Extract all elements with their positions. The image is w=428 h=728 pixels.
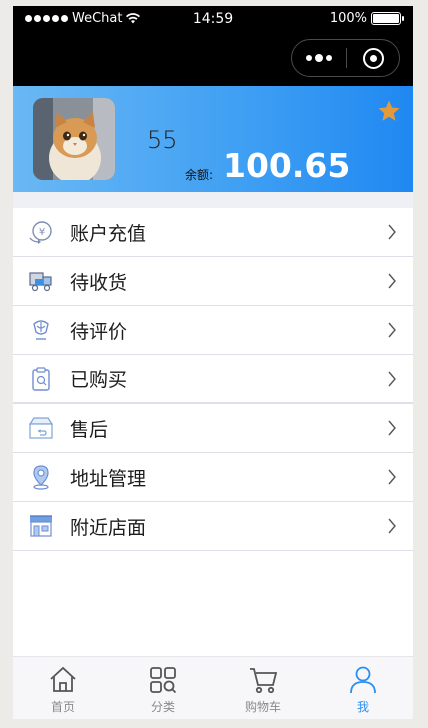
menu-list: ¥ 账户充值 待收货 待评价 已购买 售后 地址管理 附近店面 xyxy=(13,208,413,551)
menu-item-recharge[interactable]: ¥ 账户充值 xyxy=(13,208,413,257)
after-sales-icon xyxy=(27,414,55,442)
home-icon xyxy=(50,666,76,692)
store-icon xyxy=(27,512,55,540)
menu-item-label: 待评价 xyxy=(70,320,128,343)
tab-label: 首页 xyxy=(50,700,75,714)
user-icon xyxy=(350,666,376,694)
category-icon xyxy=(150,667,177,694)
avatar[interactable] xyxy=(33,98,115,180)
chevron-right-icon xyxy=(388,224,396,240)
cart-icon xyxy=(250,668,278,694)
menu-item-label: 售后 xyxy=(70,418,109,441)
menu-item-nearby-store[interactable]: 附近店面 xyxy=(13,502,413,551)
balance-value: 100.65 xyxy=(223,146,351,185)
location-icon xyxy=(27,463,55,491)
username: 55 xyxy=(147,126,178,154)
tab-me[interactable]: 我 xyxy=(313,657,413,719)
close-icon xyxy=(362,47,384,69)
section-gap xyxy=(13,192,413,208)
star-icon[interactable] xyxy=(377,99,401,123)
cat-avatar-image xyxy=(33,98,115,180)
purchased-icon xyxy=(27,365,55,393)
battery-group: 100% xyxy=(329,11,404,26)
tab-bar: 首页 分类 购物车 我 xyxy=(13,656,413,719)
menu-item-label: 地址管理 xyxy=(70,467,147,490)
menu-item-after-sales[interactable]: 售后 xyxy=(13,404,413,453)
tab-home[interactable]: 首页 xyxy=(13,657,113,719)
battery-icon xyxy=(371,12,404,25)
chevron-right-icon xyxy=(388,518,396,534)
chevron-right-icon xyxy=(388,371,396,387)
menu-item-purchased[interactable]: 已购买 xyxy=(13,355,413,404)
profile-header: 55 余额: 100.65 xyxy=(13,86,413,192)
tab-label: 购物车 xyxy=(244,700,281,714)
review-icon xyxy=(27,316,55,344)
menu-item-label: 账户充值 xyxy=(70,222,147,245)
tab-label: 我 xyxy=(356,700,369,714)
tab-label: 分类 xyxy=(150,700,175,714)
status-bar: WeChat 14:59 100% xyxy=(13,10,413,30)
tab-cart[interactable]: 购物车 xyxy=(213,657,313,719)
menu-item-label: 附近店面 xyxy=(70,516,147,539)
chevron-right-icon xyxy=(388,273,396,289)
menu-item-label: 已购买 xyxy=(70,369,128,391)
delivery-icon xyxy=(27,267,55,295)
recharge-icon: ¥ xyxy=(27,218,55,246)
chevron-right-icon xyxy=(388,469,396,485)
chevron-right-icon xyxy=(388,322,396,338)
more-button[interactable] xyxy=(292,53,346,62)
menu-item-label: 待收货 xyxy=(70,271,128,294)
phone-screen: WeChat 14:59 100% 55 余额: 100.65 ¥ 账户充值 待… xyxy=(13,6,413,719)
chevron-right-icon xyxy=(388,420,396,436)
balance-label: 余额: xyxy=(185,168,214,182)
top-bar: WeChat 14:59 100% xyxy=(13,6,413,86)
menu-item-address[interactable]: 地址管理 xyxy=(13,453,413,502)
menu-item-pending-review[interactable]: 待评价 xyxy=(13,306,413,355)
menu-item-pending-receipt[interactable]: 待收货 xyxy=(13,257,413,306)
battery-percent: 100% xyxy=(329,11,367,26)
close-button[interactable] xyxy=(347,47,399,69)
tab-category[interactable]: 分类 xyxy=(113,657,213,719)
miniprogram-capsule xyxy=(291,39,400,77)
svg-text:¥: ¥ xyxy=(39,227,45,238)
